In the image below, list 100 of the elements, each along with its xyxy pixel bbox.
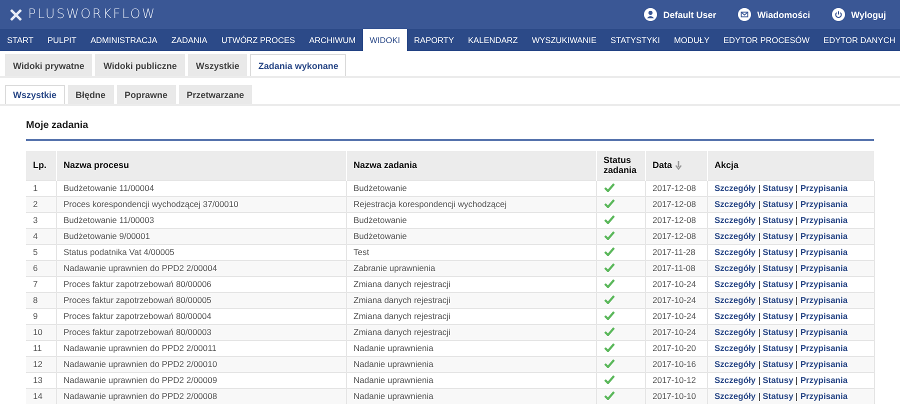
action-link[interactable]: Statusy <box>762 263 794 273</box>
user-icon <box>644 8 658 21</box>
date-text: 2017-10-20 <box>652 343 696 353</box>
action-link[interactable]: Przypisania <box>800 343 848 353</box>
column-header: Lp. <box>26 151 56 180</box>
process-name: Budżetowanie 9/00001 <box>64 231 150 241</box>
task-name: Zmiana danych rejestracji <box>354 279 450 289</box>
action-link[interactable]: Przypisania <box>800 215 848 225</box>
action-link[interactable]: Przypisania <box>800 279 848 289</box>
row-number: 11 <box>33 343 42 353</box>
row-number: 2 <box>33 199 38 209</box>
action-link[interactable]: Szczegóły <box>714 199 756 209</box>
header-link[interactable]: Wyloguj <box>832 8 886 21</box>
row-number: 3 <box>33 215 38 225</box>
action-link[interactable]: Szczegóły <box>714 295 756 305</box>
process-name: Proces korespondencji wychodzącej 37/00010 <box>64 199 238 209</box>
column-header: Nazwa zadania <box>346 151 596 180</box>
action-link[interactable]: Szczegóły <box>714 327 756 337</box>
task-name: Rejestracja korespondencji wychodzącej <box>354 199 507 209</box>
action-link[interactable]: Przypisania <box>800 327 848 337</box>
row-number: 13 <box>33 375 42 385</box>
menu-item[interactable]: MODUŁY <box>666 29 716 51</box>
action-link[interactable]: Szczegóły <box>714 375 756 385</box>
action-link[interactable]: Statusy <box>762 391 794 402</box>
task-name: Test <box>354 247 370 257</box>
process-name: Budżetowanie 11/00003 <box>64 215 154 225</box>
process-name: Nadawanie uprawnien do PPD2 2/00008 <box>64 391 218 402</box>
process-name: Proces faktur zapotrzebowań 80/00003 <box>64 327 212 337</box>
menu-item[interactable]: EDYTOR DANYCH <box>816 29 900 51</box>
action-link[interactable]: Przypisania <box>800 263 848 273</box>
section-title: Moje zadania <box>26 120 874 141</box>
filter-tab[interactable]: Błędne <box>68 85 114 104</box>
process-name: Budżetowanie 11/00004 <box>64 183 154 193</box>
menu-item[interactable]: EDYTOR PROCESÓW <box>716 29 817 51</box>
action-link[interactable]: Statusy <box>762 199 794 209</box>
menu-item[interactable]: KALENDARZ <box>461 29 525 51</box>
menu-item[interactable]: PULPIT <box>40 29 84 51</box>
action-link[interactable]: Szczegóły <box>714 263 756 273</box>
menu-item[interactable]: ADMINISTRACJA <box>84 29 164 51</box>
menu-item[interactable]: ARCHIWUM <box>302 29 363 51</box>
menu-item[interactable]: STATYSTYKI <box>604 29 667 51</box>
action-link[interactable]: Szczegóły <box>714 247 756 257</box>
action-link[interactable]: Przypisania <box>800 359 848 369</box>
action-link[interactable]: Przypisania <box>800 295 848 305</box>
task-name: Nadanie uprawnienia <box>354 359 434 369</box>
row-number: 10 <box>33 327 42 337</box>
task-name: Zmiana danych rejestracji <box>354 311 450 321</box>
column-header: Status zadania <box>596 151 645 180</box>
task-name: Zabranie uprawnienia <box>354 263 436 273</box>
action-link[interactable]: Statusy <box>762 183 794 193</box>
header-link[interactable]: Wiadomości <box>738 8 810 21</box>
task-name: Nadanie uprawnienia <box>354 375 434 385</box>
action-link[interactable]: Statusy <box>762 215 794 225</box>
action-link[interactable]: Statusy <box>762 343 794 353</box>
view-tab[interactable]: Widoki publiczne <box>95 54 185 76</box>
view-tab[interactable]: Widoki prywatne <box>5 54 92 76</box>
menu-item[interactable]: WIDOKI <box>362 29 408 51</box>
action-link[interactable]: Przypisania <box>800 183 848 193</box>
action-link[interactable]: Przypisania <box>800 199 848 209</box>
action-link[interactable]: Przypisania <box>800 247 848 257</box>
filter-tab[interactable]: Wszystkie <box>5 85 65 104</box>
row-number: 14 <box>33 391 42 402</box>
envelope-icon <box>738 8 752 21</box>
action-link[interactable]: Statusy <box>762 327 794 337</box>
view-tab[interactable]: Zadania wykonane <box>250 54 346 76</box>
menu-item[interactable]: START <box>0 29 40 51</box>
menu-item[interactable]: WYSZUKIWANIE <box>524 29 604 51</box>
action-link[interactable]: Przypisania <box>800 391 848 402</box>
column-header: Data <box>645 151 707 180</box>
action-link[interactable]: Przypisania <box>800 311 848 321</box>
action-link[interactable]: Statusy <box>762 359 794 369</box>
process-name: Nadawanie uprawnien do PPD2 2/00009 <box>64 375 218 385</box>
action-link[interactable]: Statusy <box>762 279 794 289</box>
view-tab[interactable]: Wszystkie <box>188 54 248 76</box>
process-name: Nadawanie uprawnien do PPD2 2/00010 <box>64 359 218 369</box>
date-text: 2017-10-24 <box>652 311 696 321</box>
action-link[interactable]: Szczegóły <box>714 215 756 225</box>
action-link[interactable]: Szczegóły <box>714 279 756 289</box>
action-link[interactable]: Szczegóły <box>714 231 756 241</box>
process-name: Proces faktur zapotrzebowań 80/00005 <box>64 295 212 305</box>
menu-item[interactable]: UTWÓRZ PROCES <box>214 29 302 51</box>
action-link[interactable]: Szczegóły <box>714 343 756 353</box>
filter-tab[interactable]: Poprawne <box>116 85 176 104</box>
menu-item[interactable]: ZADANIA <box>164 29 214 51</box>
filter-tab[interactable]: Przetwarzane <box>178 85 252 104</box>
header-link[interactable]: Default User <box>644 8 716 21</box>
action-link[interactable]: Statusy <box>762 375 794 385</box>
action-link[interactable]: Szczegóły <box>714 183 756 193</box>
action-link[interactable]: Szczegóły <box>714 391 756 402</box>
action-link[interactable]: Przypisania <box>800 375 848 385</box>
action-link[interactable]: Statusy <box>762 231 794 241</box>
action-link[interactable]: Statusy <box>762 311 794 321</box>
action-link[interactable]: Szczegóły <box>714 359 756 369</box>
action-link[interactable]: Szczegóły <box>714 311 756 321</box>
sort-down-icon[interactable] <box>675 160 682 170</box>
action-link[interactable]: Statusy <box>762 295 794 305</box>
process-name: Proces faktur zapotrzebowań 80/00006 <box>64 279 212 289</box>
action-link[interactable]: Przypisania <box>800 231 848 241</box>
menu-item[interactable]: RAPORTY <box>407 29 462 51</box>
action-link[interactable]: Statusy <box>762 247 794 257</box>
